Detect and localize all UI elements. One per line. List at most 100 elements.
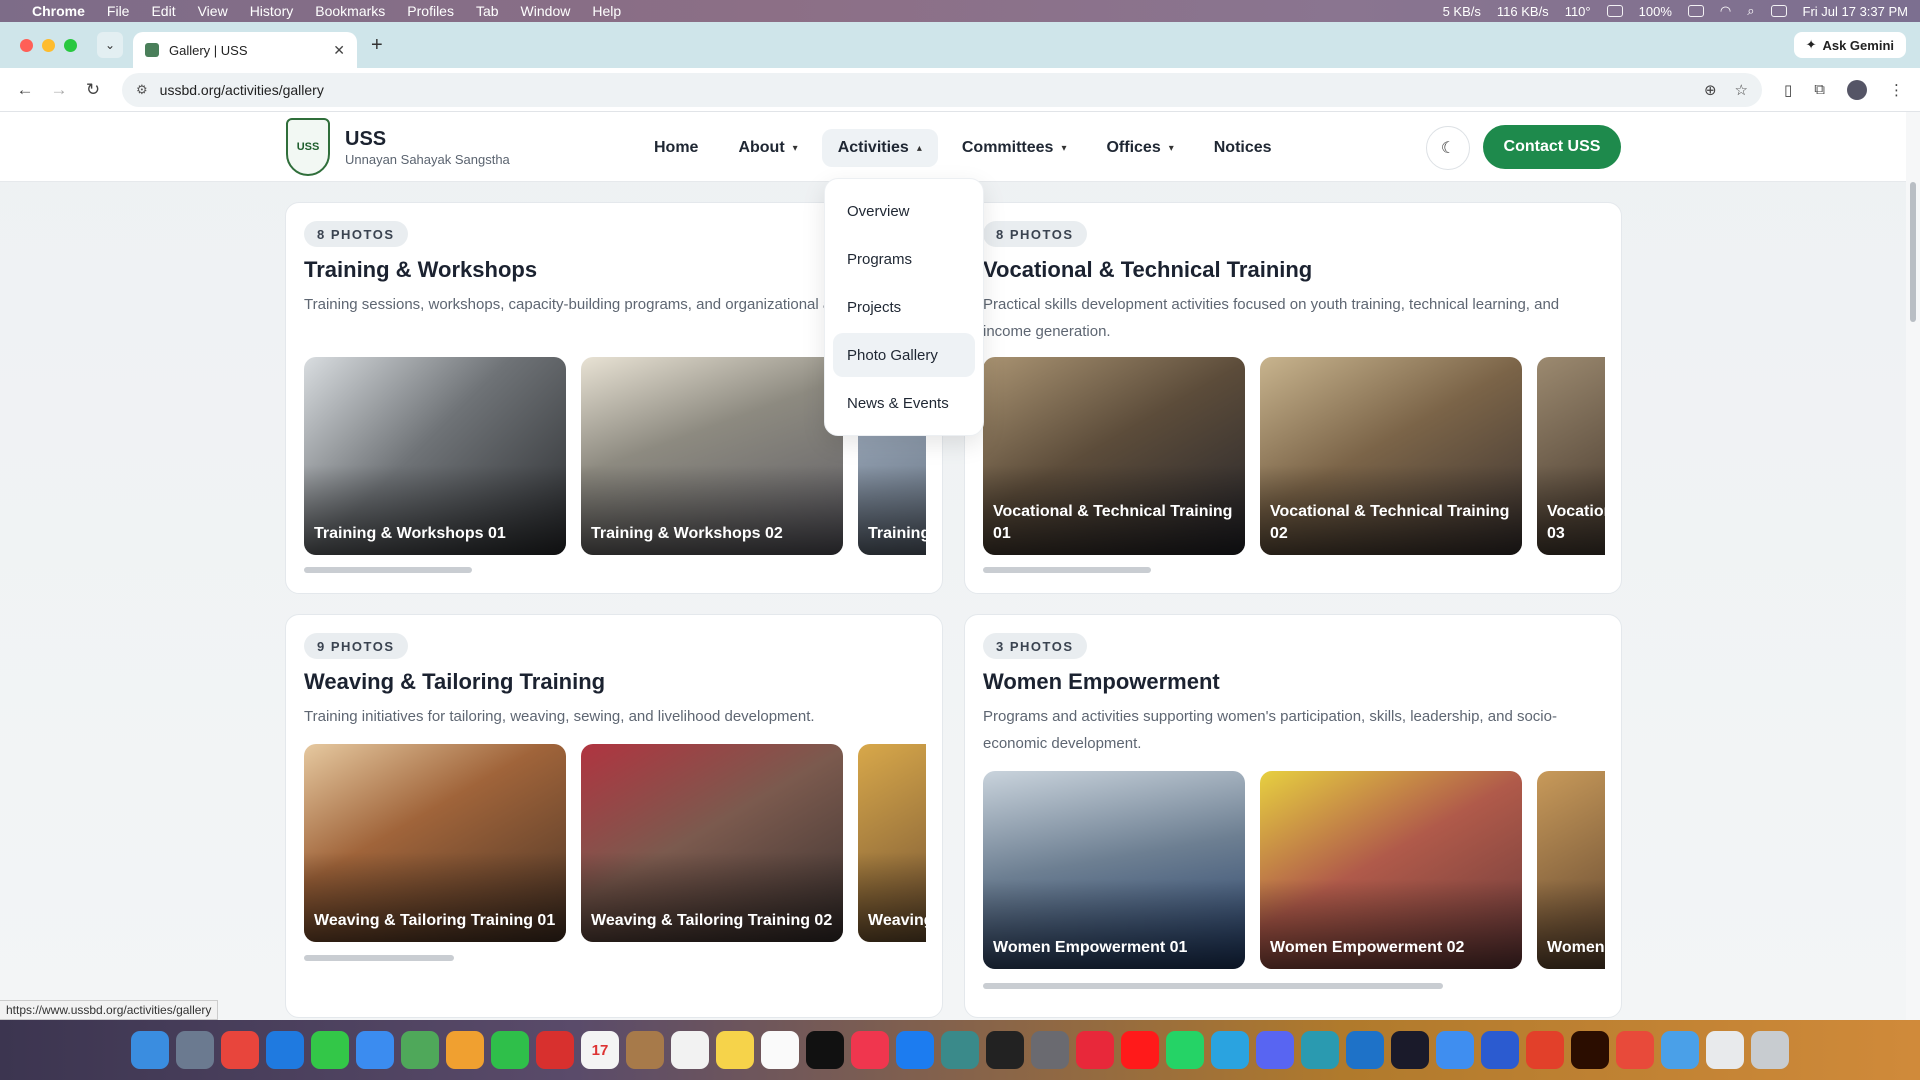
scroll-thumb[interactable] [304, 955, 454, 961]
card-title[interactable]: Vocational & Technical Training [983, 257, 1312, 283]
scroll-thumb[interactable] [983, 567, 1151, 573]
mail-icon[interactable] [356, 1031, 394, 1069]
telegram-icon[interactable] [1211, 1031, 1249, 1069]
media-player-icon[interactable] [1076, 1031, 1114, 1069]
forward-arrow-icon[interactable]: → [42, 80, 76, 100]
contact-button[interactable]: Contact USS [1483, 125, 1621, 169]
tab-search-button[interactable]: ⌄ [97, 32, 123, 58]
headphones-icon[interactable] [1606, 5, 1623, 17]
url-text[interactable]: ussbd.org/activities/gallery [160, 82, 324, 98]
gallery-photo[interactable]: Vocational & Technical Training 01 [983, 357, 1245, 555]
freeform-icon[interactable] [761, 1031, 799, 1069]
contacts-icon[interactable] [626, 1031, 664, 1069]
zoom-window-button[interactable] [64, 38, 77, 52]
ask-gemini-button[interactable]: ✦ Ask Gemini [1793, 32, 1906, 58]
dropdown-item-photo-gallery[interactable]: Photo Gallery [833, 333, 975, 377]
facetime-icon[interactable] [491, 1031, 529, 1069]
card-title[interactable]: Weaving & Tailoring Training [304, 669, 605, 695]
bookmark-star-icon[interactable]: ☆ [1735, 81, 1748, 99]
photo-strip[interactable]: Weaving & Tailoring Training 01 Weaving … [304, 744, 926, 942]
horizontal-scrollbar[interactable] [983, 983, 1605, 989]
search-icon[interactable]: ⌕ [1747, 3, 1754, 19]
system-settings-icon[interactable] [1031, 1031, 1069, 1069]
menu-edit[interactable]: Edit [151, 3, 175, 19]
menu-window[interactable]: Window [521, 3, 571, 19]
card-title[interactable]: Women Empowerment [983, 669, 1220, 695]
menu-view[interactable]: View [198, 3, 228, 19]
nav-committees[interactable]: Committees ▾ [946, 129, 1083, 167]
chatgpt-icon[interactable] [1301, 1031, 1339, 1069]
battery-icon[interactable] [1687, 5, 1704, 17]
app-store-icon[interactable] [896, 1031, 934, 1069]
close-tab-icon[interactable]: ✕ [333, 42, 345, 59]
profile-avatar[interactable] [1846, 79, 1867, 100]
theme-toggle-button[interactable]: ☾ [1426, 126, 1470, 170]
office-icon[interactable] [1616, 1031, 1654, 1069]
nav-offices[interactable]: Offices ▾ [1090, 129, 1189, 167]
launchpad-icon[interactable] [176, 1031, 214, 1069]
nav-activities[interactable]: Activities ▴ [821, 129, 938, 167]
uss-logo[interactable]: USS [286, 118, 330, 176]
terminal-icon[interactable] [986, 1031, 1024, 1069]
nav-about[interactable]: About ▾ [722, 129, 813, 167]
menu-profiles[interactable]: Profiles [407, 3, 454, 19]
gallery-photo[interactable]: Weaving & Tailoring Training 03 [858, 744, 926, 942]
horizontal-scrollbar[interactable] [304, 567, 926, 573]
word-icon[interactable] [1481, 1031, 1519, 1069]
dropdown-item-projects[interactable]: Projects [833, 285, 975, 329]
notes-icon[interactable] [716, 1031, 754, 1069]
folder-icon[interactable] [1661, 1031, 1699, 1069]
affinity-designer-icon[interactable] [1436, 1031, 1474, 1069]
illustrator-icon[interactable] [1571, 1031, 1609, 1069]
dropdown-item-programs[interactable]: Programs [833, 237, 975, 281]
site-settings-icon[interactable]: ⚙ [136, 82, 148, 98]
gallery-photo[interactable]: Women Empowerment 03 [1537, 771, 1605, 969]
menu-file[interactable]: File [107, 3, 130, 19]
menu-history[interactable]: History [250, 3, 294, 19]
close-window-button[interactable] [20, 38, 33, 52]
gallery-photo[interactable]: Training & Workshops 02 [581, 357, 843, 555]
address-bar[interactable]: ⚙ ussbd.org/activities/gallery ⊕ ☆ [122, 72, 1762, 107]
music-icon[interactable] [851, 1031, 889, 1069]
menubar-clock[interactable]: Fri Jul 17 3:37 PM [1803, 4, 1909, 19]
youtube-icon[interactable] [1121, 1031, 1159, 1069]
discord-icon[interactable] [1256, 1031, 1294, 1069]
gallery-photo[interactable]: Women Empowerment 02 [1260, 771, 1522, 969]
more-menu-icon[interactable]: ⋮ [1889, 81, 1904, 99]
active-tab[interactable]: Gallery | USS ✕ [133, 32, 357, 68]
wps-office-icon[interactable] [1526, 1031, 1564, 1069]
new-tab-button[interactable]: + [371, 34, 383, 57]
side-panel-icon[interactable]: ▯ [1784, 81, 1792, 99]
minimize-window-button[interactable] [42, 38, 55, 52]
control-center-icon[interactable] [1770, 5, 1787, 17]
nav-notices[interactable]: Notices [1198, 129, 1288, 167]
trash-icon[interactable] [1751, 1031, 1789, 1069]
scroll-thumb[interactable] [983, 983, 1443, 989]
menu-bookmarks[interactable]: Bookmarks [315, 3, 385, 19]
gallery-photo[interactable]: Vocational & Technical Training 03 [1537, 357, 1605, 555]
vscode-icon[interactable] [1346, 1031, 1384, 1069]
photos-icon[interactable] [446, 1031, 484, 1069]
scroll-thumb[interactable] [1910, 182, 1916, 322]
page-vertical-scrollbar[interactable] [1906, 112, 1920, 1020]
pdf-app-icon[interactable] [536, 1031, 574, 1069]
gallery-photo[interactable]: Weaving & Tailoring Training 01 [304, 744, 566, 942]
gallery-photo[interactable]: Vocational & Technical Training 02 [1260, 357, 1522, 555]
maps-icon[interactable] [401, 1031, 439, 1069]
dropdown-item-overview[interactable]: Overview [833, 189, 975, 233]
card-title[interactable]: Training & Workshops [304, 257, 537, 283]
nav-home[interactable]: Home [638, 129, 714, 167]
calendar-icon[interactable]: 17 [581, 1031, 619, 1069]
wifi-icon[interactable]: ◠ [1720, 3, 1731, 19]
apple-tv-icon[interactable] [806, 1031, 844, 1069]
whatsapp-icon[interactable] [1166, 1031, 1204, 1069]
finder-icon[interactable] [131, 1031, 169, 1069]
utility-app-icon[interactable] [941, 1031, 979, 1069]
extensions-icon[interactable]: ⧉ [1814, 81, 1825, 98]
menu-tab[interactable]: Tab [476, 3, 499, 19]
photo-strip[interactable]: Women Empowerment 01 Women Empowerment 0… [983, 771, 1605, 969]
scroll-thumb[interactable] [304, 567, 472, 573]
menu-help[interactable]: Help [592, 3, 621, 19]
menu-chrome[interactable]: Chrome [32, 3, 85, 19]
gallery-photo[interactable]: Training & Workshops 01 [304, 357, 566, 555]
